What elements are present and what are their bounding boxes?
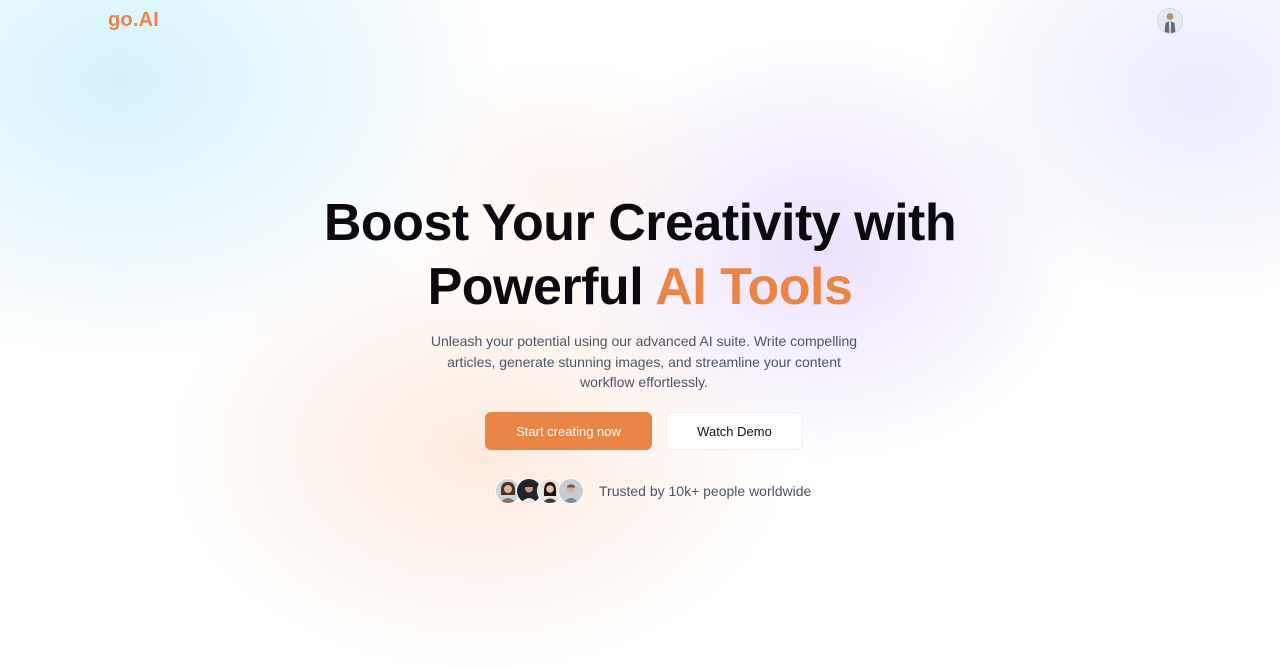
avatar-group bbox=[495, 478, 584, 504]
hero-subtitle: Unleash your potential using our advance… bbox=[430, 333, 858, 390]
person-icon bbox=[559, 479, 583, 503]
start-creating-button[interactable]: Start creating now bbox=[485, 412, 652, 450]
user-avatar[interactable] bbox=[1157, 8, 1183, 34]
hero-title-line2: Powerful bbox=[427, 258, 644, 316]
page: go.AI Boost Your Creativity with Powerfu… bbox=[0, 0, 1280, 669]
social-proof: Trusted by 10k+ people worldwide bbox=[495, 478, 811, 504]
hero-title: Boost Your Creativity with Powerful AI T… bbox=[0, 191, 1280, 319]
hero-title-accent: AI Tools bbox=[655, 258, 853, 316]
trust-text: Trusted by 10k+ people worldwide bbox=[599, 483, 812, 499]
watch-demo-button[interactable]: Watch Demo bbox=[666, 412, 803, 450]
hero-title-line1: Boost Your Creativity with bbox=[323, 194, 957, 252]
logo[interactable]: go.AI bbox=[108, 9, 159, 32]
person-icon bbox=[1158, 9, 1182, 33]
avatar bbox=[558, 478, 584, 504]
